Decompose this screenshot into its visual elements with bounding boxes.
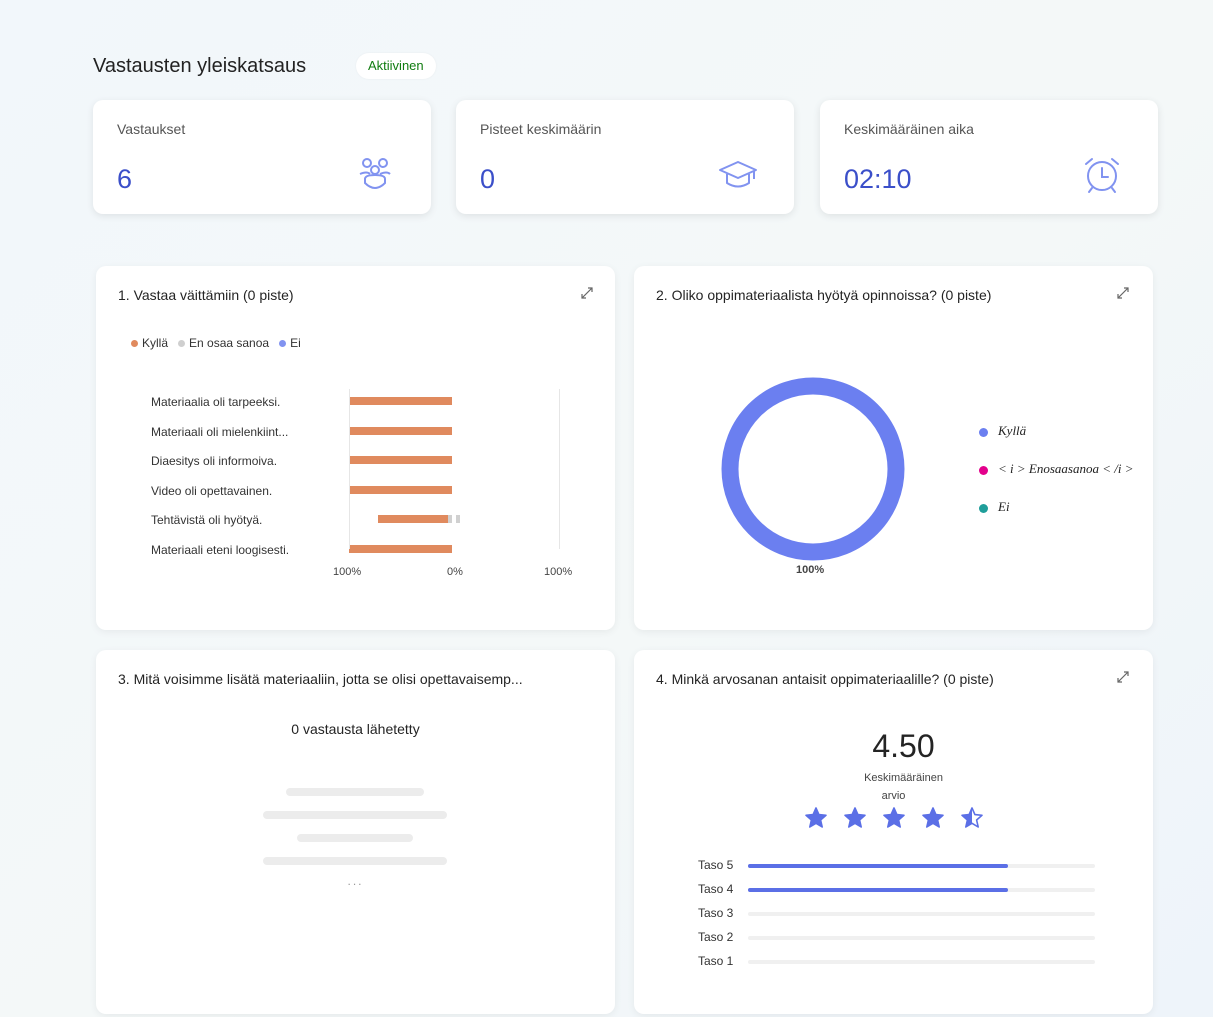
legend-label: Kyllä <box>998 423 1027 438</box>
level-bar-track <box>748 864 1095 868</box>
legend-label: Ei <box>290 336 301 350</box>
bar-kylla[interactable] <box>349 544 452 553</box>
bar-category-label: Video oli opettavainen. <box>151 483 273 498</box>
level-label: Taso 1 <box>698 954 734 968</box>
star-icon <box>805 807 827 828</box>
people-icon <box>359 158 391 189</box>
average-label: Keskimääräinen <box>864 772 943 784</box>
bar-category-label: Materiaali oli mielenkiint... <box>151 424 289 439</box>
expand-icon[interactable] <box>1115 669 1131 685</box>
stat-value: 02:10 <box>844 164 912 194</box>
legend-label: En osaa sanoa <box>189 336 270 350</box>
level-label: Taso 3 <box>698 906 734 920</box>
level-bar-fill <box>748 888 1009 892</box>
star-icon <box>844 807 866 828</box>
question-title: 4. Minkä arvosanan antaisit oppimateriaa… <box>656 671 994 687</box>
stat-card-time: Keskimääräinen aika 02:10 <box>820 100 1158 214</box>
graduation-cap-icon <box>719 161 757 188</box>
star-icon <box>922 807 944 828</box>
legend-label: Ei <box>998 499 1010 514</box>
question-title: 2. Oliko oppimateriaalista hyötyä opinno… <box>656 287 992 303</box>
legend-swatch <box>979 427 988 437</box>
bar-en-osaa-sanoa[interactable] <box>448 515 452 523</box>
placeholder-line <box>263 857 447 865</box>
legend-item: En osaa sanoa <box>178 336 269 350</box>
bar-category-label: Tehtävistä oli hyötyä. <box>151 513 263 527</box>
level-label: Taso 4 <box>698 882 734 896</box>
donut-slice-kylla <box>721 377 905 561</box>
legend-swatch <box>979 465 988 475</box>
stat-card-responses: Vastaukset 6 <box>93 100 431 214</box>
legend-swatch <box>279 340 287 348</box>
legend-item: Ei <box>979 499 1010 515</box>
star-rating <box>804 806 994 830</box>
bar-kylla[interactable] <box>378 515 449 523</box>
bar-kylla[interactable] <box>349 397 452 405</box>
bar-category-label: Materiaali eteni loogisesti. <box>151 542 290 557</box>
legend-swatch <box>178 340 186 348</box>
response-count: 0 vastausta lähetetty <box>291 721 420 737</box>
legend-item: Kyllä <box>131 336 168 350</box>
star-icon <box>961 807 983 828</box>
level-bar-track <box>748 912 1095 916</box>
legend-item: < i > Enosaasanoa < /i > <box>979 461 1133 477</box>
bar-category-label: Diaesitys oli informoiva. <box>151 454 278 468</box>
donut-percent-label: 100% <box>796 564 825 576</box>
axis-tick-label: 0% <box>447 566 463 578</box>
question-card-4: 4. Minkä arvosanan antaisit oppimateriaa… <box>634 650 1153 1014</box>
average-label: arvio <box>881 790 906 802</box>
status-badge: Aktiivinen <box>356 53 436 79</box>
placeholder-line <box>263 811 447 819</box>
alarm-clock-icon <box>1085 158 1119 193</box>
chart-legend: Kyllä En osaa sanoa Ei <box>131 336 301 350</box>
level-bar-track <box>748 888 1095 892</box>
axis-tick-label: 100% <box>333 566 362 578</box>
bar-kylla[interactable] <box>349 485 452 494</box>
legend-swatch <box>979 503 988 513</box>
expand-icon[interactable] <box>579 285 595 301</box>
legend-label: Kyllä <box>142 336 169 350</box>
page-title: Vastausten yleiskatsaus <box>93 55 307 77</box>
legend-label: < i > Enosaasanoa < /i > <box>998 461 1134 476</box>
legend-item: Kyllä <box>979 423 1026 439</box>
star-icon <box>883 807 905 828</box>
expand-icon[interactable] <box>1115 285 1131 301</box>
axis-line-right <box>559 389 560 549</box>
question-card-1: 1. Vastaa väittämiin (0 piste) Kyllä En … <box>96 266 615 630</box>
average-rating: 4.50 <box>872 728 935 764</box>
question-title: 3. Mitä voisimme lisätä materiaaliin, jo… <box>118 671 523 687</box>
axis-line-left <box>349 389 350 549</box>
bar-kylla[interactable] <box>349 426 452 435</box>
stat-value: 0 <box>480 164 496 194</box>
legend-swatch <box>131 340 138 348</box>
placeholder-line <box>297 834 413 842</box>
question-title: 1. Vastaa väittämiin (0 piste) <box>118 287 294 303</box>
legend-item: Ei <box>279 336 301 350</box>
bar-en-osaa-sanoa[interactable] <box>456 515 460 523</box>
level-bar-fill <box>748 864 1009 868</box>
question-card-2: 2. Oliko oppimateriaalista hyötyä opinno… <box>634 266 1153 630</box>
stat-card-score: Pisteet keskimäärin 0 <box>456 100 794 214</box>
level-bar-track <box>748 960 1095 964</box>
placeholder-line <box>286 788 424 796</box>
question-card-3: 3. Mitä voisimme lisätä materiaaliin, jo… <box>96 650 615 1014</box>
more-indicator[interactable]: ... <box>96 874 615 888</box>
level-bar-track <box>748 936 1095 940</box>
axis-tick-label: 100% <box>544 566 573 578</box>
stat-label: Vastaukset <box>117 121 186 137</box>
stat-value: 6 <box>117 164 133 194</box>
donut-chart <box>721 377 905 561</box>
level-label: Taso 2 <box>698 930 734 944</box>
stat-label: Pisteet keskimäärin <box>480 121 602 137</box>
level-label: Taso 5 <box>698 858 734 872</box>
stat-label: Keskimääräinen aika <box>844 121 974 137</box>
bar-kylla[interactable] <box>349 456 452 464</box>
bar-category-label: Materiaalia oli tarpeeksi. <box>151 395 281 409</box>
